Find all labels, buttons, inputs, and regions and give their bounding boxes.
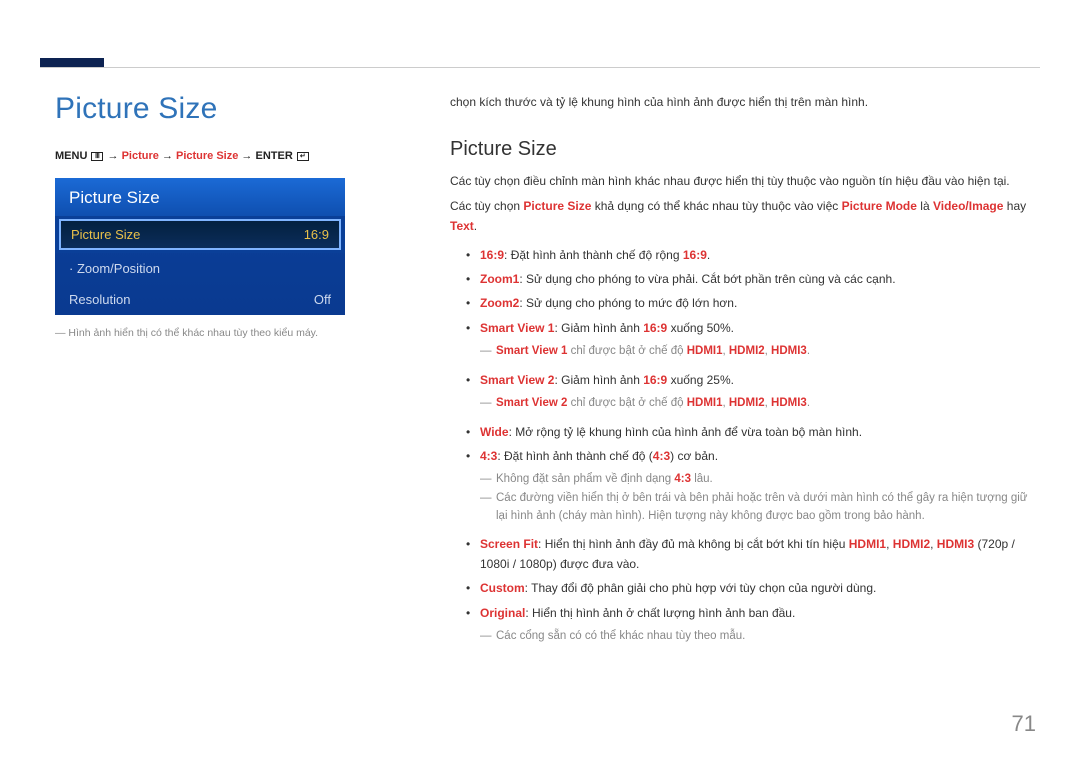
enter-icon: ↵ [297,152,309,161]
list-item: 4:3: Đặt hình ảnh thành chế độ (4:3) cơ … [450,446,1040,466]
sub-note: Smart View 1 chỉ được bật ở chế độ HDMI1… [450,342,1040,362]
page-corner-marker [40,58,104,67]
list-item: Original: Hiển thị hình ảnh ở chất lượng… [450,603,1040,623]
osd-menu-title: Picture Size [55,178,345,216]
sub-note: Các cổng sẵn có có thể khác nhau tùy the… [450,627,1040,645]
breadcrumb-arrow: → [108,150,122,162]
sub-note: Smart View 2 chỉ được bật ở chế độ HDMI1… [450,394,1040,414]
osd-menu-illustration: Picture Size Picture Size 16:9 · Zoom/Po… [55,178,345,315]
sub-note-cont: Các đường viền hiển thị ở bên trái và bê… [450,489,1040,526]
image-disclaimer: Hình ảnh hiển thị có thể khác nhau tùy t… [55,327,385,339]
intro-text: chọn kích thước và tỷ lệ khung hình của … [450,92,1040,112]
page-content: Picture Size MENU Ⅲ → Picture → Picture … [55,92,1040,650]
breadcrumb-arrow: → [162,150,176,162]
list-item: Smart View 2: Giảm hình ảnh 16:9 xuống 2… [450,370,1040,390]
main-heading: Picture Size [55,92,385,126]
breadcrumb-enter: ENTER [255,150,292,162]
osd-row-value: Off [314,292,331,307]
left-column: Picture Size MENU Ⅲ → Picture → Picture … [55,92,385,339]
menu-icon: Ⅲ [91,152,103,161]
osd-row-value: 16:9 [304,227,329,242]
list-item: Screen Fit: Hiển thị hình ảnh đầy đủ mà … [450,534,1040,575]
breadcrumb-menu: MENU [55,150,87,162]
osd-row-label: Picture Size [71,227,140,242]
list-item: Wide: Mở rộng tỷ lệ khung hình của hình … [450,422,1040,442]
options-list: Smart View 2: Giảm hình ảnh 16:9 xuống 2… [450,370,1040,390]
page-number: 71 [1012,711,1036,737]
list-item: Custom: Thay đổi độ phân giải cho phù hợ… [450,578,1040,598]
osd-menu-row: · Zoom/Position [55,253,345,284]
osd-row-label: · Zoom/Position [69,261,160,276]
top-divider [40,67,1040,68]
options-list: 16:9: Đặt hình ảnh thành chế độ rộng 16:… [450,245,1040,339]
osd-menu-row-selected: Picture Size 16:9 [59,219,341,250]
list-item: Smart View 1: Giảm hình ảnh 16:9 xuống 5… [450,318,1040,338]
list-item: Zoom1: Sử dụng cho phóng to vừa phải. Cắ… [450,269,1040,289]
osd-menu-row: Resolution Off [55,284,345,315]
breadcrumb-picture: Picture [122,150,159,162]
osd-menu-selected-wrap: Picture Size 16:9 [55,216,345,253]
list-item: Zoom2: Sử dụng cho phóng to mức độ lớn h… [450,293,1040,313]
menu-breadcrumb: MENU Ⅲ → Picture → Picture Size → ENTER … [55,150,385,162]
section-heading: Picture Size [450,138,1040,161]
options-list: Wide: Mở rộng tỷ lệ khung hình của hình … [450,422,1040,467]
osd-row-label: Resolution [69,292,130,307]
right-column: chọn kích thước và tỷ lệ khung hình của … [450,92,1040,646]
paragraph: Các tùy chọn điều chỉnh màn hình khác nh… [450,171,1040,191]
breadcrumb-picture-size: Picture Size [176,150,238,162]
sub-note: Không đặt sản phẩm về định dạng 4:3 lâu. [450,470,1040,488]
list-item: 16:9: Đặt hình ảnh thành chế độ rộng 16:… [450,245,1040,265]
paragraph: Các tùy chọn Picture Size khả dụng có th… [450,196,1040,237]
breadcrumb-arrow: → [241,150,255,162]
options-list: Screen Fit: Hiển thị hình ảnh đầy đủ mà … [450,534,1040,624]
